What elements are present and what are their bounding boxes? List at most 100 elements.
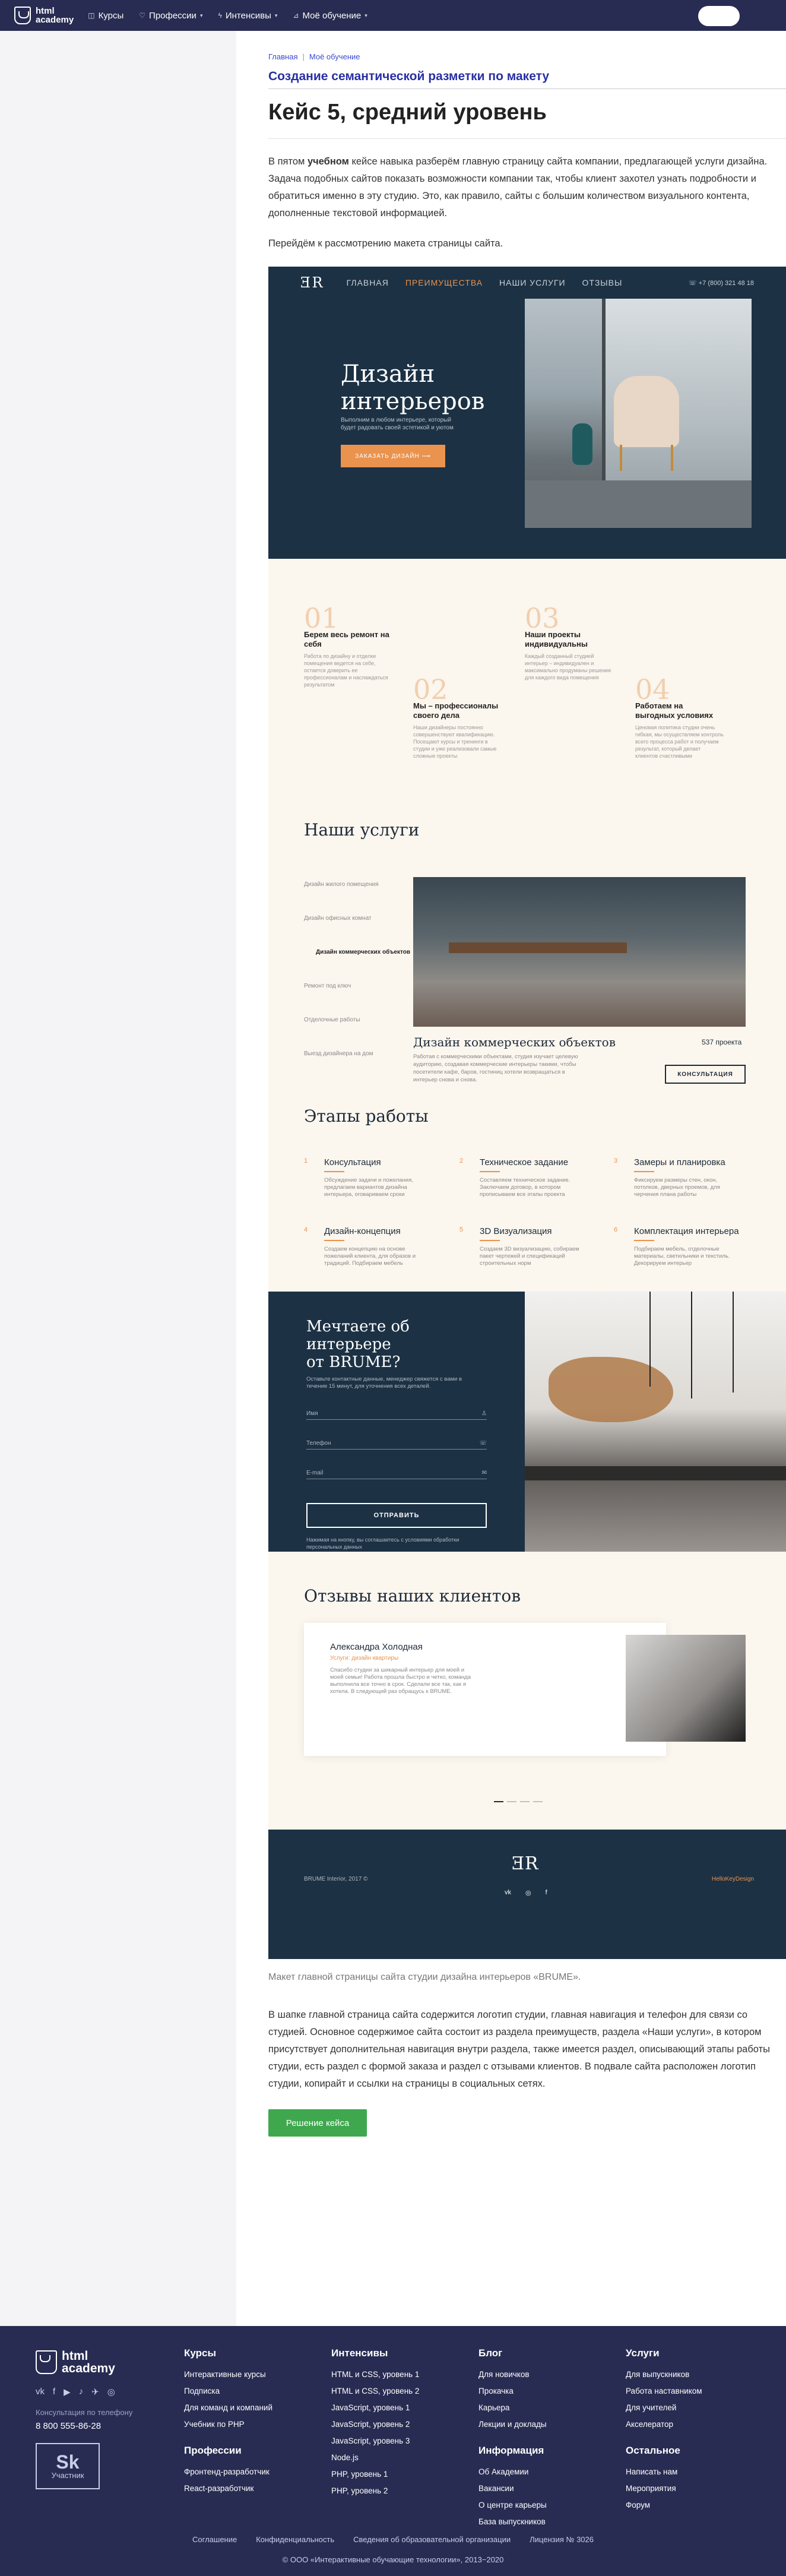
footer-link[interactable]: Прокачка: [478, 2383, 547, 2400]
footer-col-intensives: Интенсивы HTML и CSS, уровень 1 HTML и C…: [331, 2347, 419, 2499]
advantage-item: 02 Мы – профессионалы своего дела Наши д…: [413, 673, 499, 759]
footer-link[interactable]: О центре карьеры: [478, 2497, 547, 2514]
mockup-footer-logo: ƎR: [512, 1853, 538, 1874]
mockup-kitchen-photo: [525, 1292, 786, 1552]
footer-logo[interactable]: html academy: [36, 2350, 115, 2375]
footer-link[interactable]: Интерактивные курсы: [184, 2366, 272, 2383]
footer-link[interactable]: Работа наставником: [626, 2383, 702, 2400]
page-layout: Главная | Моё обучение Создание семантичес…: [0, 31, 786, 2326]
footer-link[interactable]: JavaScript, уровень 2: [331, 2416, 419, 2433]
mockup-phone-field: Телефон ☏: [306, 1435, 487, 1450]
footer-link[interactable]: Подписка: [184, 2383, 272, 2400]
review-author: Александра Холодная: [330, 1642, 423, 1652]
site-logo[interactable]: html academy: [14, 7, 74, 24]
mockup-phone: ☏ +7 (800) 321 48 18: [688, 279, 754, 287]
nav-professions[interactable]: ♡ Профессии ▾: [139, 11, 202, 21]
footer-link[interactable]: Лекции и доклады: [478, 2416, 547, 2433]
outro-paragraph: В шапке главной страница сайта содержитс…: [268, 2009, 771, 2089]
service-item: Дизайн жилого помещения: [304, 881, 379, 888]
footer-legal-link[interactable]: Сведения об образовательной организации: [353, 2535, 511, 2544]
footer-col-courses: Курсы Интерактивные курсы Подписка Для к…: [184, 2347, 272, 2497]
review-service: Услуги: дизайн квартиры: [330, 1655, 399, 1662]
mockup-services-title: Наши услуги: [304, 820, 420, 840]
mockup-hero-subtitle: Выполним в любом интерьере, который буде…: [341, 417, 454, 431]
footer-link[interactable]: PHP, уровень 2: [331, 2483, 419, 2499]
grid-icon: ◫: [88, 11, 95, 20]
footer-link[interactable]: Для команд и компаний: [184, 2400, 272, 2416]
breadcrumb-my-learning[interactable]: Моё обучение: [309, 52, 360, 61]
footer-link[interactable]: Карьера: [478, 2400, 547, 2416]
stage-item: 2 Техническое задание Составляем техниче…: [459, 1157, 571, 1198]
mockup-service-count: 537 проекта: [702, 1038, 742, 1046]
phone-number[interactable]: 8 800 555-86-28: [36, 2421, 101, 2431]
footer-link[interactable]: Форум: [626, 2497, 702, 2514]
footer-link[interactable]: PHP, уровень 1: [331, 2466, 419, 2483]
service-item-active: Дизайн коммерческих объектов: [316, 949, 411, 955]
mockup-service-desc: Работая с коммерческими объектами, студи…: [413, 1053, 578, 1083]
footer-legal-link[interactable]: Соглашение: [192, 2535, 237, 2544]
review-avatar: [626, 1635, 746, 1742]
vk-icon[interactable]: vk: [36, 2387, 45, 2397]
facebook-icon: f: [545, 1889, 547, 1896]
case-solution-button[interactable]: Решение кейса: [268, 2109, 367, 2137]
advantage-item: 01 Берем весь ремонт на себя Работа по д…: [304, 602, 389, 688]
nav-courses[interactable]: ◫ Курсы: [88, 11, 123, 21]
footer-link[interactable]: HTML и CSS, уровень 2: [331, 2383, 419, 2400]
mockup-form-subtitle: Оставьте контактные данные, менеджер свя…: [306, 1376, 462, 1390]
chart-icon: ⊿: [293, 11, 299, 20]
mockup-hero: ƎR ГЛАВНАЯ ПРЕИМУЩЕСТВА НАШИ УСЛУГИ ОТЗЫ…: [268, 267, 786, 559]
mockup-services-list: Дизайн жилого помещения Дизайн офисных к…: [304, 881, 411, 1084]
footer-legal-link[interactable]: Лицензия № 3026: [530, 2535, 594, 2544]
footer-link[interactable]: Node.js: [331, 2450, 419, 2466]
footer-legal-link[interactable]: Конфиденциальность: [256, 2535, 334, 2544]
footer-link[interactable]: База выпускников: [478, 2514, 547, 2530]
telegram-icon[interactable]: ✈: [91, 2387, 99, 2397]
breadcrumb: Главная | Моё обучение: [268, 52, 360, 61]
nav-intensives[interactable]: ϟ Интенсивы ▾: [218, 11, 277, 21]
footer-link[interactable]: Написать нам: [626, 2464, 702, 2480]
footer-link[interactable]: Для учителей: [626, 2400, 702, 2416]
footer-link[interactable]: Фронтенд-разработчик: [184, 2464, 272, 2480]
stage-item: 3 Замеры и планировка Фиксируем размеры …: [614, 1157, 725, 1198]
footer-link[interactable]: HTML и CSS, уровень 1: [331, 2366, 419, 2383]
mockup-reviews-title: Отзывы наших клиентов: [304, 1586, 521, 1606]
mockup-footer-social: vk ◎ f: [497, 1889, 554, 1897]
footer-link[interactable]: JavaScript, уровень 1: [331, 2400, 419, 2416]
stage-item: 1 Консультация Обсуждение задачи и пожел…: [304, 1157, 413, 1198]
intro-paragraph-2: Перейдём к рассмотрению макета страницы …: [268, 238, 503, 249]
user-menu-button[interactable]: [698, 6, 740, 26]
nav-my-learning[interactable]: ⊿ Моё обучение ▾: [293, 11, 367, 21]
facebook-icon[interactable]: f: [53, 2387, 55, 2397]
heart-icon: ♡: [139, 11, 146, 20]
footer-link[interactable]: Вакансии: [478, 2480, 547, 2497]
nav-label: Курсы: [98, 10, 124, 21]
footer-link[interactable]: Об Академии: [478, 2464, 547, 2480]
review-card: Александра Холодная Услуги: дизайн кварт…: [304, 1623, 666, 1756]
mockup-hero-title: Дизайн интерьеров: [341, 360, 485, 415]
footer-link[interactable]: Для выпускников: [626, 2366, 702, 2383]
section-title[interactable]: Создание семантической разметки по макет…: [268, 69, 786, 84]
logo-shield-icon: [14, 7, 31, 24]
advantage-item: 03 Наши проекты индивидуальны Каждый соз…: [525, 602, 611, 681]
footer-link[interactable]: Акселератор: [626, 2416, 702, 2433]
nav-label: Моё обучение: [302, 10, 362, 21]
phone-icon: ☏: [479, 1440, 487, 1447]
page-title: Кейс 5, средний уровень: [268, 100, 547, 125]
phone-label: Консультация по телефону: [36, 2408, 133, 2417]
footer-link[interactable]: Мероприятия: [626, 2480, 702, 2497]
skolkovo-badge: Sk Участник: [36, 2443, 100, 2489]
tiktok-icon[interactable]: ♪: [79, 2387, 84, 2397]
service-item: Выезд дизайнера на дом: [304, 1050, 373, 1057]
instagram-icon[interactable]: ◎: [107, 2387, 115, 2397]
footer-link[interactable]: React-разработчик: [184, 2480, 272, 2497]
footer-link[interactable]: Для новичков: [478, 2366, 547, 2383]
footer-link[interactable]: Учебник по PHP: [184, 2416, 272, 2433]
youtube-icon[interactable]: ▶: [64, 2387, 71, 2397]
instagram-icon: ◎: [525, 1890, 531, 1897]
mockup-service-name: Дизайн коммерческих объектов: [413, 1035, 616, 1049]
footer-link[interactable]: JavaScript, уровень 3: [331, 2433, 419, 2450]
mail-icon: ✉: [481, 1470, 487, 1476]
chevron-down-icon: ▾: [199, 12, 203, 18]
breadcrumb-home[interactable]: Главная: [268, 52, 297, 61]
intro-paragraph-1: В пятом учебном кейсе навыка разберём гл…: [268, 156, 768, 219]
